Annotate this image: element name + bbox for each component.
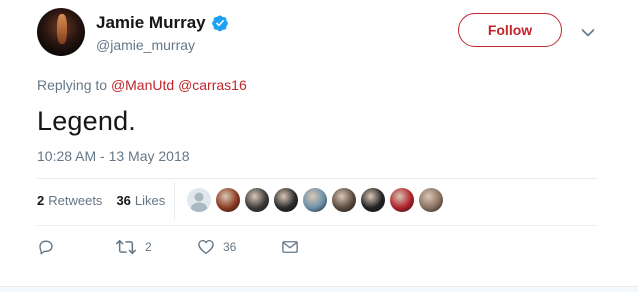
verified-badge-icon (211, 14, 229, 32)
reply-button[interactable] (37, 238, 115, 256)
tweet-bottom-border (0, 286, 638, 292)
liker-avatar[interactable] (361, 188, 385, 212)
liker-avatar[interactable] (187, 188, 211, 212)
liker-avatar[interactable] (332, 188, 356, 212)
tweet-text: Legend. (37, 106, 136, 136)
chevron-down-icon[interactable] (581, 25, 595, 37)
reply-context-prefix: Replying to (37, 77, 108, 93)
retweet-count: 2 (145, 240, 152, 254)
retweet-icon (115, 238, 137, 256)
retweets-stat[interactable]: 2 Retweets (37, 193, 102, 208)
likes-count: 36 (116, 193, 131, 208)
liker-avatar[interactable] (216, 188, 240, 212)
mention-link[interactable]: @carras16 (178, 77, 247, 93)
liker-avatar[interactable] (303, 188, 327, 212)
liker-avatar[interactable] (245, 188, 269, 212)
reply-icon (37, 238, 55, 256)
retweets-label: Retweets (48, 193, 103, 208)
liker-avatar[interactable] (390, 188, 414, 212)
tweet-card: Jamie Murray @jamie_murray Follow Replyi… (0, 0, 638, 292)
follow-button[interactable]: Follow (458, 13, 562, 47)
author-avatar[interactable] (37, 8, 85, 56)
heart-icon (197, 238, 215, 256)
envelope-icon (281, 239, 299, 255)
retweet-button[interactable]: 2 (115, 238, 197, 256)
author-name-row[interactable]: Jamie Murray (96, 13, 229, 33)
divider (37, 225, 597, 226)
like-count: 36 (223, 240, 237, 254)
retweets-count: 2 (37, 193, 45, 208)
liker-avatar[interactable] (419, 188, 443, 212)
liker-avatars (187, 188, 448, 212)
divider (37, 178, 597, 179)
stats-separator (174, 182, 175, 220)
likes-stat[interactable]: 36 Likes (116, 193, 165, 208)
liker-avatar[interactable] (274, 188, 298, 212)
author-display-name[interactable]: Jamie Murray (96, 13, 206, 33)
direct-message-button[interactable] (281, 239, 299, 255)
tweet-stats: 2 Retweets 36 Likes (37, 193, 179, 208)
reply-context: Replying to @ManUtd @carras16 (37, 77, 247, 93)
tweet-timestamp[interactable]: 10:28 AM - 13 May 2018 (37, 148, 190, 164)
tweet-actions: 2 36 (37, 238, 299, 256)
author-handle[interactable]: @jamie_murray (96, 37, 195, 53)
likes-label: Likes (134, 193, 166, 208)
like-button[interactable]: 36 (197, 238, 281, 256)
mention-link[interactable]: @ManUtd (111, 77, 174, 93)
